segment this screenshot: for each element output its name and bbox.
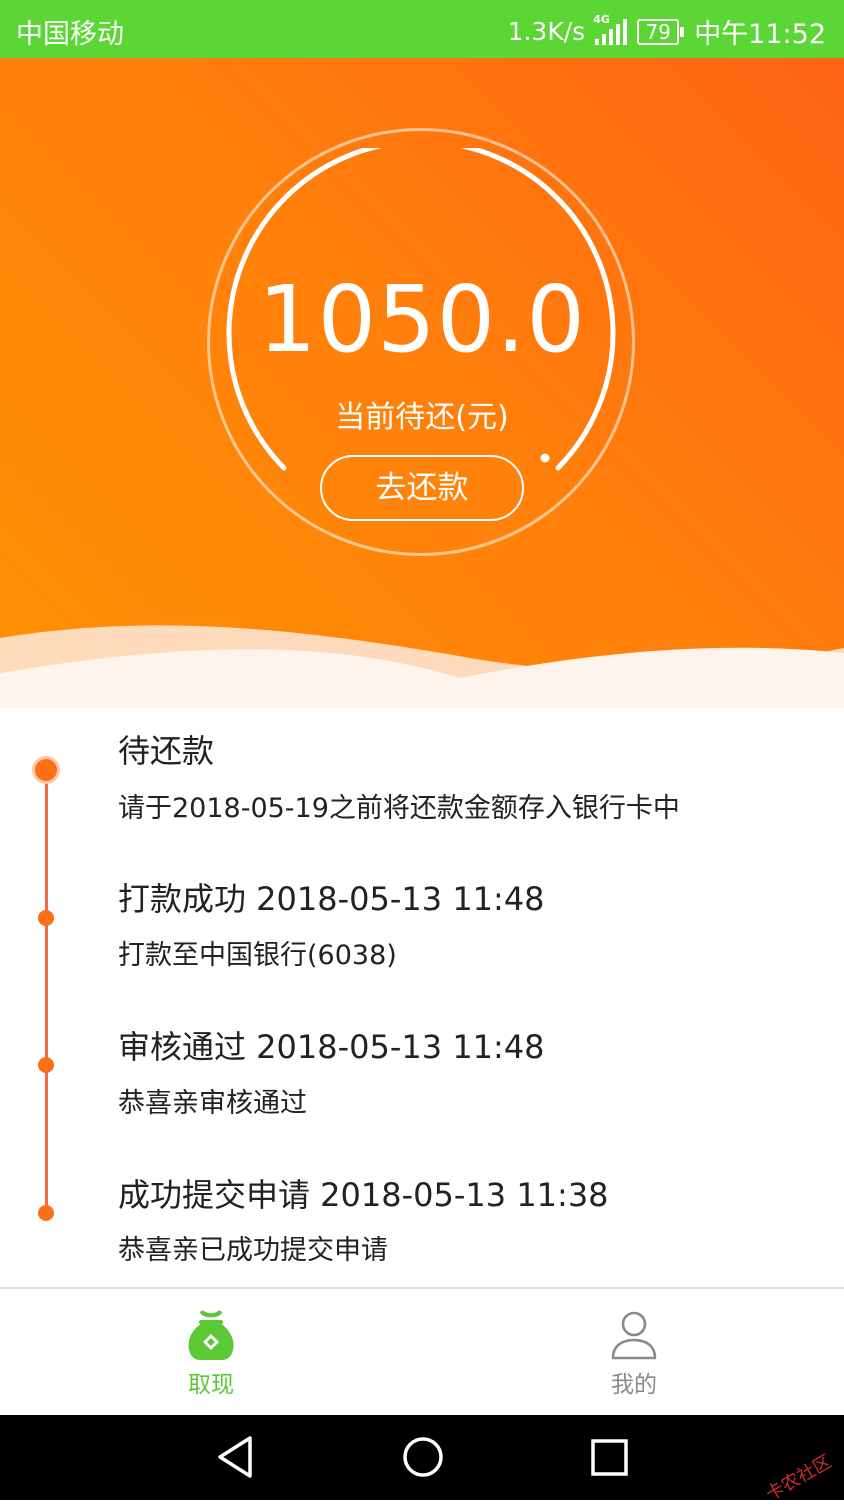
net-speed: 1.3K/s xyxy=(507,17,586,46)
pending-amount-label: 当前待还(元) xyxy=(335,400,509,435)
money-bag-icon xyxy=(188,1310,234,1360)
clock: 中午11:52 xyxy=(694,19,826,50)
timeline-desc: 打款至中国银行(6038) xyxy=(118,940,397,971)
system-nav-bar: 卡农社区 xyxy=(0,1415,844,1505)
signal-icon: 4G xyxy=(593,13,628,45)
timeline-title: 待还款 xyxy=(118,732,215,770)
status-bar: 中国移动 1.3K/s 4G 79 中午11:52 xyxy=(0,0,844,58)
timeline-title: 打款成功 2018-05-13 11:48 xyxy=(118,880,545,918)
tab-label: 取现 xyxy=(188,1372,234,1398)
repay-button[interactable]: 去还款 xyxy=(320,455,524,521)
bottom-tabbar: 取现 我的 xyxy=(0,1289,844,1415)
status-right: 1.3K/s 4G 79 中午11:52 xyxy=(508,12,826,51)
back-icon[interactable] xyxy=(214,1433,256,1481)
battery-level: 79 xyxy=(637,18,680,45)
tab-label: 我的 xyxy=(611,1372,657,1398)
timeline-title: 成功提交申请 2018-05-13 11:38 xyxy=(118,1176,609,1214)
timeline-title: 审核通过 2018-05-13 11:48 xyxy=(118,1028,545,1066)
repayment-timeline: 待还款 请于2018-05-19之前将还款金额存入银行卡中 打款成功 2018-… xyxy=(0,708,844,1288)
wave-decoration xyxy=(0,625,844,708)
timeline-dot-current xyxy=(35,759,57,781)
battery-icon: 79 xyxy=(637,18,685,45)
carrier-label: 中国移动 xyxy=(16,19,124,50)
tab-mine[interactable]: 我的 xyxy=(534,1289,734,1415)
timeline-dot xyxy=(38,910,54,926)
person-icon xyxy=(611,1311,657,1360)
timeline-line xyxy=(45,770,48,1215)
recents-icon[interactable] xyxy=(589,1433,631,1481)
network-type: 4G xyxy=(593,12,610,26)
timeline-dot xyxy=(38,1057,54,1073)
hero-panel: 1050.0 当前待还(元) 去还款 xyxy=(0,58,844,708)
tab-withdraw[interactable]: 取现 xyxy=(111,1289,311,1415)
pending-amount: 1050.0 xyxy=(258,266,586,373)
timeline-desc: 恭喜亲已成功提交申请 xyxy=(118,1235,388,1266)
home-icon[interactable] xyxy=(400,1433,446,1481)
timeline-desc: 请于2018-05-19之前将还款金额存入银行卡中 xyxy=(118,793,680,824)
watermark: 卡农社区 xyxy=(762,1451,836,1506)
timeline-dot xyxy=(38,1205,54,1221)
timeline-desc: 恭喜亲审核通过 xyxy=(118,1088,307,1119)
